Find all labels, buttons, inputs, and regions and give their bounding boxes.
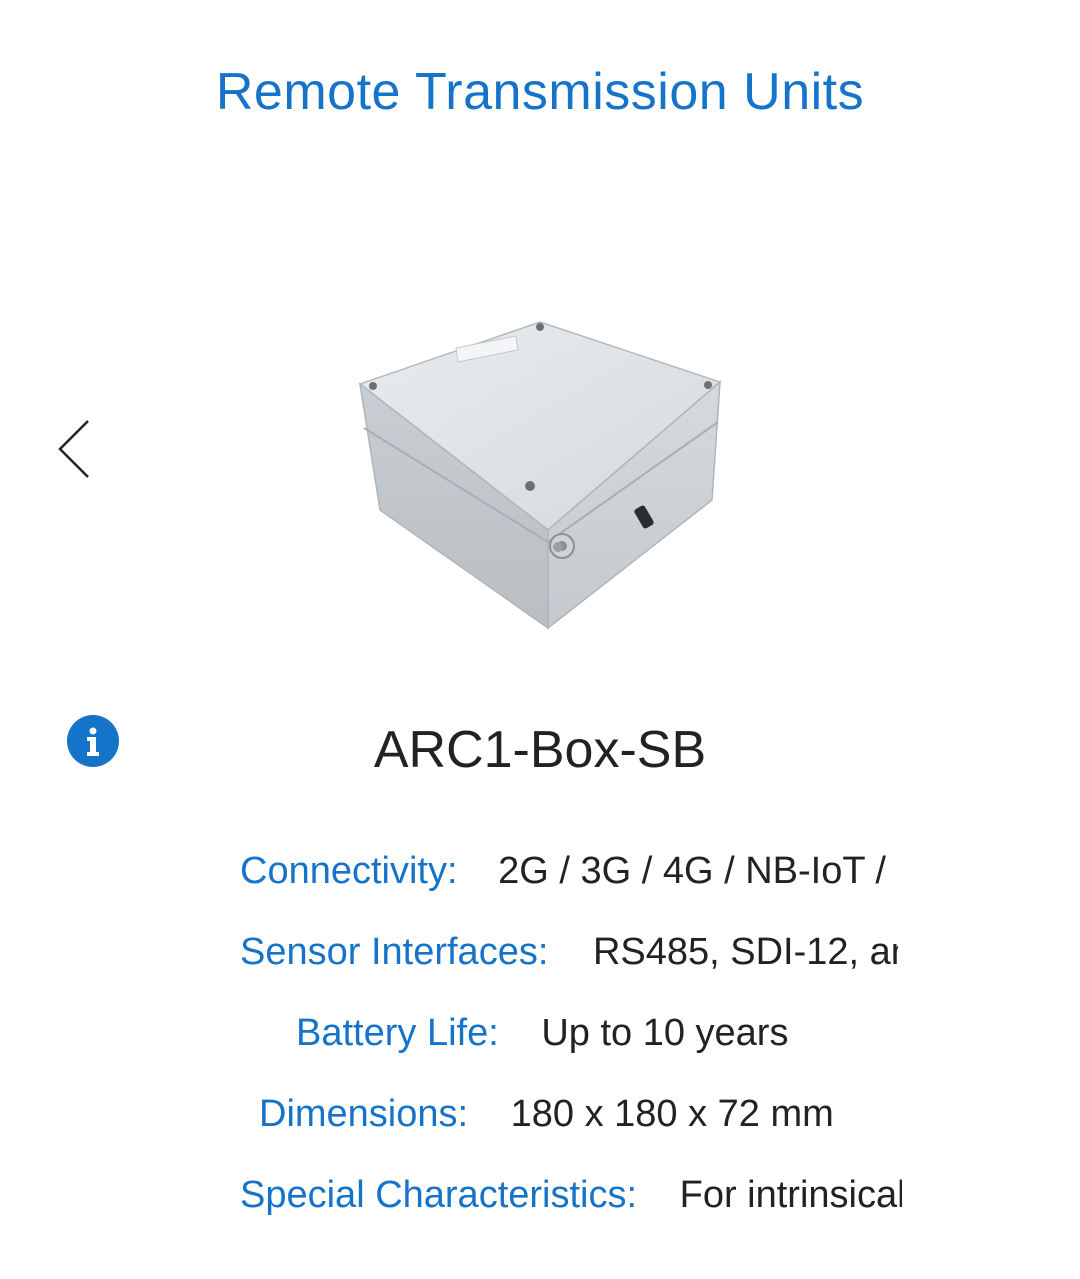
spec-row-battery-life: Battery Life: Up to 10 years [296,1008,896,1058]
spec-label: Connectivity: [240,850,458,892]
spec-label: Sensor Interfaces: [240,931,549,973]
spec-value: Up to 10 years [541,1012,789,1054]
spec-value: 2G / 3G / 4G / NB-IoT / [498,850,886,892]
spec-row-sensor-interfaces: Sensor Interfaces: RS485, SDI-12, and [240,927,898,977]
spec-label: Special Characteristics: [240,1174,638,1216]
spec-row-special-characteristics: Special Characteristics: For intrinsical… [240,1170,902,1220]
product-name: ARC1-Box-SB [373,721,707,779]
spec-value: RS485, SDI-12, and [592,931,898,973]
product-image [340,310,740,640]
spec-value: For intrinsically [679,1174,902,1216]
spec-label: Battery Life: [296,1012,499,1054]
spec-row-dimensions: Dimensions: 180 x 180 x 72 mm [259,1089,899,1139]
enclosure-illustration [358,321,722,630]
page-title: Remote Transmission Units [215,63,865,121]
spec-row-connectivity: Connectivity: 2G / 3G / 4G / NB-IoT / [240,846,902,896]
spec-value: 180 x 180 x 72 mm [510,1093,834,1135]
spec-label: Dimensions: [259,1093,469,1135]
chevron-left-icon [58,420,89,478]
carousel-prev-button[interactable] [52,415,100,487]
